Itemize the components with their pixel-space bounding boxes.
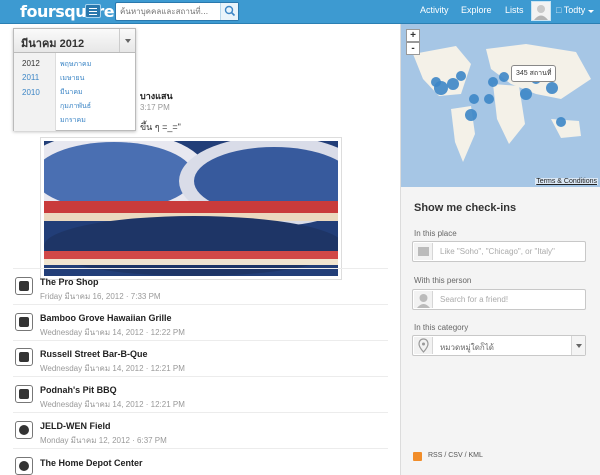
category-value: หมวดหมู่ใดก็ได้ <box>440 343 494 352</box>
avatar-image <box>532 2 550 20</box>
place-input[interactable]: Like "Soho", "Chicago", or "Italy" <box>412 241 586 262</box>
year-list: 2012 2011 2010 <box>14 53 56 131</box>
username[interactable]: □ Todty <box>556 5 585 15</box>
place-label: In this place <box>414 229 457 238</box>
year-item[interactable]: 2012 <box>22 59 40 68</box>
umbrella-photo <box>44 141 338 276</box>
checkin-shout: ขึ้น ๆ =_=" <box>140 122 181 132</box>
category-label: In this category <box>414 323 469 332</box>
month-item[interactable]: มกราคม <box>60 115 86 126</box>
world-map <box>401 24 600 187</box>
nav-lists[interactable]: Lists <box>505 5 524 15</box>
venue-name[interactable]: Bamboo Grove Hawaiian Grille <box>40 313 172 323</box>
soccer-ball-icon <box>15 457 33 475</box>
venue-name[interactable]: JELD-WEN Field <box>40 421 111 431</box>
zoom-out-button[interactable]: - <box>406 42 420 55</box>
soccer-ball-icon <box>15 421 33 439</box>
checkin-meta: Wednesday มีนาคม 14, 2012 · 12:21 PM <box>40 364 185 373</box>
checkin-photo[interactable] <box>40 137 342 280</box>
venue-name[interactable]: The Home Depot Center <box>40 458 143 468</box>
month-item[interactable]: กุมภาพันธ์ <box>60 101 91 112</box>
person-label: With this person <box>414 276 472 285</box>
checkin-meta: Friday มีนาคม 16, 2012 · 7:33 PM <box>40 292 161 301</box>
month-item[interactable]: มีนาคม <box>60 87 83 98</box>
month-item[interactable]: พฤษภาคม <box>60 59 91 70</box>
search-box <box>115 2 239 21</box>
terms-link[interactable]: Terms & Conditions <box>535 178 598 185</box>
shopping-bag-icon <box>15 277 33 295</box>
search-input[interactable] <box>116 3 220 20</box>
venue-name[interactable]: Podnah's Pit BBQ <box>40 385 117 395</box>
export-links[interactable]: RSS / CSV / KML <box>428 452 483 459</box>
pig-icon <box>15 313 33 331</box>
username-text: Todty <box>563 5 586 15</box>
person-input[interactable]: Search for a friend! <box>412 289 586 310</box>
user-avatar[interactable] <box>531 1 551 21</box>
flag-icon <box>414 243 433 260</box>
user-menu-caret-icon[interactable] <box>588 10 594 13</box>
year-item[interactable]: 2010 <box>22 88 40 97</box>
month-picker-header[interactable]: มีนาคม 2012 <box>14 29 135 53</box>
month-item[interactable]: เมษายน <box>60 73 84 84</box>
place-placeholder: Like "Soho", "Chicago", or "Italy" <box>440 247 555 256</box>
checkin-map[interactable]: + - 345 สถานที่ Terms & Conditions <box>401 24 600 187</box>
checkin-time: 3:17 PM <box>140 103 170 112</box>
category-select[interactable]: หมวดหมู่ใดก็ได้ <box>412 335 586 356</box>
panel-title: Show me check-ins <box>414 202 517 214</box>
checkin-meta: Monday มีนาคม 12, 2012 · 6:37 PM <box>40 436 167 445</box>
photo-umbrellas <box>44 141 338 276</box>
rss-icon <box>413 452 422 461</box>
year-item[interactable]: 2011 <box>22 73 39 82</box>
zoom-in-button[interactable]: + <box>406 29 420 42</box>
pig-icon <box>15 348 33 366</box>
person-icon <box>414 291 433 308</box>
location-pin-icon <box>414 337 433 354</box>
dropdown-arrow-icon[interactable] <box>119 29 135 52</box>
checkin-venue[interactable]: บางแสน <box>140 89 173 103</box>
menu-icon[interactable] <box>85 4 101 18</box>
pig-icon <box>15 385 33 403</box>
venue-name[interactable]: The Pro Shop <box>40 277 99 287</box>
venue-name[interactable]: Russell Street Bar-B-Que <box>40 349 148 359</box>
nav-activity[interactable]: Activity <box>420 5 449 15</box>
nav-explore[interactable]: Explore <box>461 5 492 15</box>
checkin-meta: Wednesday มีนาคม 14, 2012 · 12:21 PM <box>40 400 185 409</box>
month-year-picker[interactable]: มีนาคม 2012 2012 2011 2010 พฤษภาคม เมษาย… <box>13 28 136 131</box>
selected-month: มีนาคม 2012 <box>21 38 85 50</box>
top-bar: foursquare Activity Explore Lists □ Todt… <box>0 0 600 24</box>
chevron-down-icon[interactable] <box>571 336 585 355</box>
map-tooltip: 345 สถานที่ <box>511 65 557 82</box>
search-button[interactable] <box>220 3 238 20</box>
checkin-meta: Wednesday มีนาคม 14, 2012 · 12:22 PM <box>40 328 185 337</box>
search-icon <box>224 5 236 17</box>
person-placeholder: Search for a friend! <box>440 295 509 304</box>
